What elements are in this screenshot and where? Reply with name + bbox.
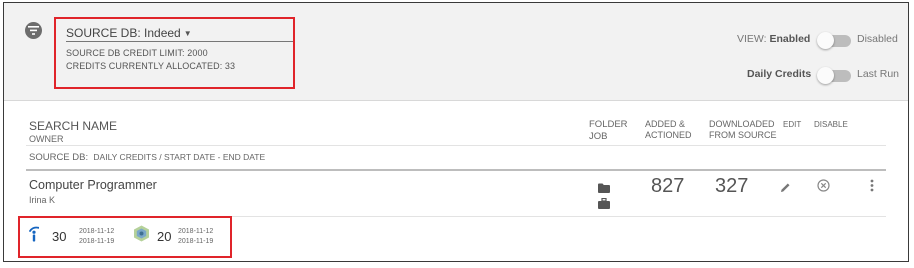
edit-header: EDIT: [783, 120, 802, 129]
job-header: JOB: [589, 131, 608, 142]
search-name-header: SEARCH NAME: [29, 119, 118, 133]
pencil-icon[interactable]: [780, 180, 791, 198]
search-name[interactable]: Computer Programmer: [29, 178, 157, 192]
last-run-label: Last Run: [857, 68, 900, 80]
source-highlight-box: [54, 17, 295, 89]
view-label: VIEW: Enabled: [737, 33, 811, 45]
toggle-knob: [817, 32, 834, 49]
added-actioned-count[interactable]: 827: [651, 175, 684, 198]
daily-credits-label: Daily Credits: [747, 68, 812, 80]
folder-header: FOLDER: [589, 119, 628, 130]
downloaded-header-line1: DOWNLOADED: [709, 119, 775, 129]
divider: [26, 145, 886, 146]
view-disabled-label: Disabled: [857, 33, 898, 45]
disable-header: DISABLE: [814, 120, 848, 129]
briefcase-icon[interactable]: [598, 196, 610, 214]
header-divider: [26, 169, 886, 171]
downloaded-count[interactable]: 327: [715, 175, 748, 198]
added-actioned-header-line2: ACTIONED: [645, 130, 692, 140]
disable-circle-x-icon[interactable]: [817, 179, 830, 197]
toggle-knob: [817, 67, 834, 84]
stats-highlight-box: [18, 216, 232, 258]
added-actioned-header-line1: ADDED &: [645, 119, 686, 129]
downloaded-header-line2: FROM SOURCE: [709, 130, 777, 140]
more-vert-icon[interactable]: [870, 179, 874, 197]
owner-header: OWNER: [29, 134, 64, 144]
filter-icon[interactable]: [25, 22, 42, 39]
owner-name: Irina K: [29, 195, 56, 205]
view-toggle[interactable]: [817, 32, 851, 49]
source-db-header: SOURCE DB: DAILY CREDITS / START DATE - …: [29, 152, 266, 163]
credits-mode-toggle[interactable]: [817, 67, 851, 84]
view-enabled-label: Enabled: [769, 33, 811, 45]
